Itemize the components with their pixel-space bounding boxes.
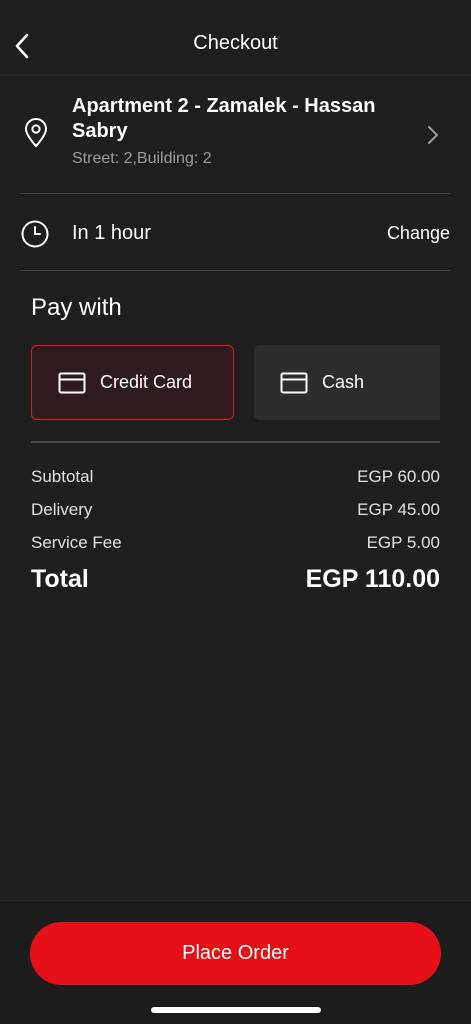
- total-label: Total: [31, 565, 89, 593]
- delivery-fee-value: EGP 45.00: [357, 500, 440, 519]
- service-fee-row: Service Fee EGP 5.00: [31, 533, 440, 553]
- payment-option-label: Credit Card: [100, 372, 193, 392]
- delivery-fee-label: Delivery: [31, 500, 93, 519]
- checkout-screen: Checkout Apartment 2 - Zamalek - Hassan …: [0, 0, 471, 1024]
- divider: [31, 441, 440, 443]
- clock-icon: [21, 220, 49, 248]
- subtotal-row: Subtotal EGP 60.00: [31, 467, 440, 487]
- delivery-fee-row: Delivery EGP 45.00: [31, 500, 440, 520]
- subtotal-value: EGP 60.00: [357, 467, 440, 486]
- address-title: Apartment 2 - Zamalek - Hassan Sabry: [72, 95, 376, 142]
- delivery-address-row[interactable]: Apartment 2 - Zamalek - Hassan Sabry Str…: [20, 94, 451, 194]
- credit-card-icon: [280, 372, 308, 394]
- credit-card-icon: [58, 372, 86, 394]
- payment-option-cash[interactable]: Cash: [254, 345, 440, 420]
- change-time-button[interactable]: Change: [387, 223, 450, 244]
- delivery-time-label: In 1 hour: [72, 222, 151, 244]
- header: Checkout: [0, 0, 471, 76]
- location-pin-icon: [24, 118, 48, 148]
- pay-with-heading: Pay with: [31, 294, 122, 321]
- total-row: Total EGP 110.00: [31, 565, 440, 594]
- payment-option-credit-card[interactable]: Credit Card: [31, 345, 234, 420]
- delivery-time-row: In 1 hour Change: [20, 195, 451, 271]
- home-indicator[interactable]: [151, 1007, 321, 1013]
- page-title: Checkout: [193, 32, 278, 54]
- subtotal-label: Subtotal: [31, 467, 94, 486]
- chevron-right-icon: [428, 126, 438, 144]
- service-fee-value: EGP 5.00: [366, 533, 440, 552]
- bottom-action-bar: Place Order: [0, 900, 471, 1024]
- payment-option-label: Cash: [322, 372, 365, 392]
- place-order-button[interactable]: Place Order: [30, 922, 441, 985]
- total-value: EGP 110.00: [305, 565, 440, 593]
- address-subtitle: Street: 2,Building: 2: [72, 150, 212, 167]
- service-fee-label: Service Fee: [31, 533, 122, 552]
